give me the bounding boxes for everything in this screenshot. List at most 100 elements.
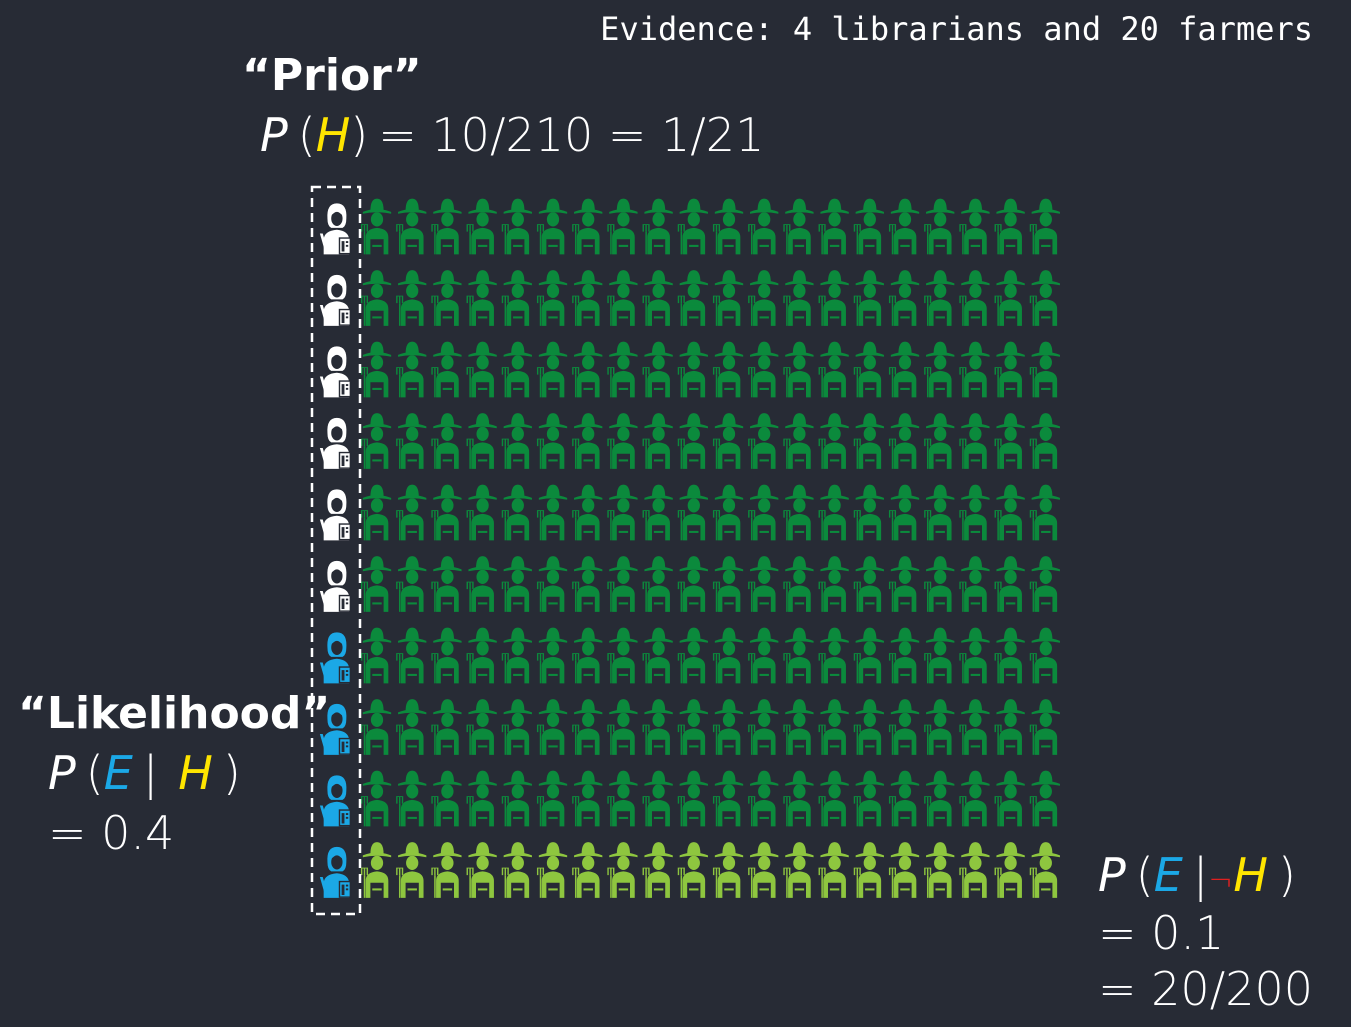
farmer-icon — [1029, 270, 1060, 326]
likelihood-not-close-paren: ) — [1278, 848, 1296, 902]
farmer-icon — [959, 770, 990, 827]
farmer-icon — [431, 627, 462, 684]
farmer-icon — [818, 770, 849, 827]
farmer-icon — [466, 413, 497, 469]
likelihood-not-h: H — [1233, 848, 1269, 902]
farmer-icon — [783, 627, 814, 684]
farmer-icon — [1029, 341, 1060, 398]
farmer-icon-evidence — [607, 842, 638, 898]
farmer-icon — [642, 198, 673, 255]
farmer-icon-evidence — [924, 842, 955, 898]
farmer-icon — [959, 556, 990, 612]
farmer-icon — [888, 413, 920, 469]
farmer-icon-evidence — [536, 842, 568, 898]
farmer-icon — [783, 413, 814, 469]
farmer-icon — [536, 556, 568, 612]
farmer-icon — [466, 270, 497, 326]
farmer-icon — [959, 341, 990, 398]
likelihood-title: “Likelihood” — [18, 688, 331, 739]
farmer-icon — [431, 413, 462, 469]
farmer-icon — [888, 556, 920, 612]
farmer-icon — [712, 413, 744, 469]
farmer-icon — [677, 341, 708, 398]
farmer-icon — [853, 413, 884, 469]
farmer-icon — [360, 413, 392, 469]
likelihood-not-value-2: = 20/200 — [1098, 962, 1313, 1016]
farmer-icon — [1029, 627, 1060, 684]
farmer-icon — [818, 270, 849, 326]
farmer-icon — [748, 270, 779, 326]
farmer-icon — [501, 770, 532, 827]
farmer-icon — [642, 627, 673, 684]
likelihood-value: = 0.4 — [48, 806, 175, 860]
farmer-icon — [924, 627, 955, 684]
farmer-icon — [1029, 699, 1060, 755]
farmer-icon — [677, 770, 708, 827]
farmer-icon — [994, 270, 1025, 326]
farmer-icon — [924, 699, 955, 755]
farmer-icon — [818, 413, 849, 469]
farmer-icon-evidence — [748, 842, 779, 898]
farmer-icon — [536, 627, 568, 684]
farmer-icon-evidence — [466, 842, 497, 898]
farmer-icon-evidence — [360, 842, 392, 898]
farmer-icon — [396, 556, 427, 612]
farmer-icon — [396, 198, 427, 255]
librarian-icon — [319, 417, 352, 469]
farmer-icon — [360, 556, 392, 612]
farmer-icon — [853, 627, 884, 684]
farmer-icon — [818, 699, 849, 755]
farmer-icon-evidence — [677, 842, 708, 898]
farmer-icon — [712, 484, 744, 541]
farmer-icon — [536, 341, 568, 398]
likelihood-not-value-1: = 0.1 — [1098, 906, 1225, 960]
farmer-icon — [748, 627, 779, 684]
farmer-icon — [748, 484, 779, 541]
prior-title: “Prior” — [242, 50, 422, 101]
farmer-icon — [853, 341, 884, 398]
likelihood-not-bar: | — [1192, 848, 1209, 902]
farmer-icon-evidence — [783, 842, 814, 898]
farmer-icon — [466, 341, 497, 398]
farmer-icon — [712, 699, 744, 755]
farmer-icon — [396, 484, 427, 541]
farmer-icon — [642, 699, 673, 755]
farmer-icon-evidence — [712, 842, 744, 898]
farmer-icon — [642, 770, 673, 827]
farmer-icon — [607, 556, 638, 612]
prior-formula: P (H) = 10/210 = 1/21 — [260, 108, 764, 162]
farmer-icon — [466, 556, 497, 612]
farmer-icon — [677, 484, 708, 541]
farmer-icon — [360, 198, 392, 255]
farmer-icon — [1029, 198, 1060, 255]
farmer-icon — [431, 556, 462, 612]
farmer-icon — [888, 198, 920, 255]
farmer-icon — [466, 198, 497, 255]
farmer-icon — [431, 270, 462, 326]
farmer-icon — [360, 627, 392, 684]
farmer-icon-evidence — [888, 842, 920, 898]
farmer-icon — [607, 198, 638, 255]
farmer-icon — [994, 556, 1025, 612]
farmer-icon — [783, 270, 814, 326]
likelihood-not-formula: P (E |¬H) — [1098, 848, 1296, 902]
likelihood-not-open-paren: ( — [1135, 848, 1154, 902]
farmer-icon — [924, 270, 955, 326]
farmer-icon — [572, 484, 603, 541]
farmer-icon — [783, 484, 814, 541]
prior-value: = 10/210 = 1/21 — [378, 108, 765, 162]
likelihood-formula: P (E | H) — [48, 746, 241, 800]
farmer-icon — [924, 341, 955, 398]
farmer-icon-evidence — [1029, 842, 1060, 898]
farmer-icon — [501, 341, 532, 398]
farmer-icon — [748, 198, 779, 255]
farmer-icon — [959, 699, 990, 755]
librarian-icon-evidence — [319, 775, 352, 827]
farmer-icon — [607, 341, 638, 398]
farmer-icon — [607, 699, 638, 755]
farmer-icon — [501, 556, 532, 612]
farmer-icon — [607, 627, 638, 684]
farmer-icon — [994, 699, 1025, 755]
farmer-icon — [783, 556, 814, 612]
farmer-icon — [924, 198, 955, 255]
